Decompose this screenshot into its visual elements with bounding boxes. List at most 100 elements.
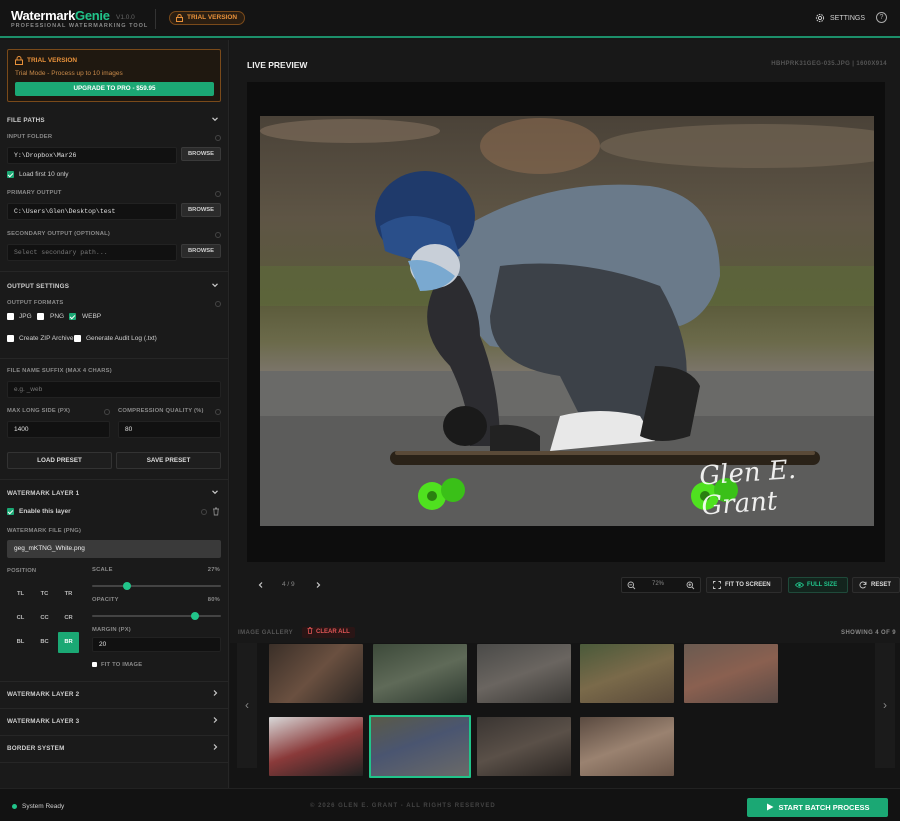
preview-canvas[interactable]: Glen E. Grant: [247, 82, 885, 562]
gallery-thumb-1[interactable]: [269, 644, 363, 703]
position-tc[interactable]: TC: [34, 584, 55, 605]
browse-input-button[interactable]: BROWSE: [181, 147, 221, 161]
chevron-right-icon: [213, 744, 218, 750]
secondary-output-label: SECONDARY OUTPUT (OPTIONAL): [7, 231, 110, 237]
input-folder-field[interactable]: Y:\Dropbox\Mar26: [7, 147, 177, 164]
gallery-thumb-9[interactable]: [580, 717, 674, 776]
format-jpg-checkbox[interactable]: [7, 313, 14, 320]
play-icon: [766, 803, 773, 811]
chevron-down-icon: [212, 490, 218, 495]
start-batch-button[interactable]: START BATCH PROCESS: [747, 798, 888, 817]
compression-input[interactable]: 80: [118, 421, 221, 438]
trash-icon[interactable]: [212, 507, 220, 516]
gallery-thumb-2[interactable]: [373, 644, 467, 703]
info-icon: [215, 232, 221, 238]
margin-input[interactable]: 20: [92, 637, 221, 652]
gallery-thumb-7[interactable]: [369, 715, 471, 778]
compression-label: COMPRESSION QUALITY (%): [118, 408, 204, 414]
info-icon: [215, 301, 221, 307]
trial-notice: TRIAL VERSION Trial Mode - Process up to…: [7, 49, 221, 102]
copyright: © 2026 GLEN E. GRANT - ALL RIGHTS RESERV…: [310, 803, 496, 809]
load-preset-button[interactable]: LOAD PRESET: [7, 452, 112, 469]
sidebar: TRIAL VERSION Trial Mode - Process up to…: [0, 40, 229, 788]
watermark-layer-2-header[interactable]: WATERMARK LAYER 2: [0, 689, 229, 701]
file-paths-header[interactable]: FILE PATHS: [0, 115, 229, 127]
clear-all-button[interactable]: CLEAR ALL: [302, 627, 355, 638]
zoom-out-icon[interactable]: [627, 581, 636, 590]
opacity-slider-handle[interactable]: [191, 612, 200, 620]
input-folder-label: INPUT FOLDER: [7, 134, 53, 140]
secondary-output-field[interactable]: Select secondary path...: [7, 244, 177, 261]
upgrade-button[interactable]: UPGRADE TO PRO - $59.95: [15, 82, 214, 96]
main-panel: LIVE PREVIEW HBHPRK31GEG-035.JPG | 1600X…: [230, 40, 900, 788]
preview-controls: 4 / 9 72% FIT TO SCREEN FULL SIZE RESET: [247, 568, 900, 602]
enable-layer-checkbox[interactable]: [7, 508, 14, 515]
watermark-file-field[interactable]: geg_mKTNG_White.png: [7, 540, 221, 558]
gallery-thumb-4[interactable]: [580, 644, 674, 703]
gallery-thumb-8[interactable]: [477, 717, 571, 776]
fit-to-image-label: FIT TO IMAGE: [101, 662, 143, 668]
position-bc[interactable]: BC: [34, 632, 55, 653]
position-cl[interactable]: CL: [10, 608, 31, 629]
max-side-input[interactable]: 1400: [7, 421, 110, 438]
position-tr[interactable]: TR: [58, 584, 79, 605]
live-preview-title: LIVE PREVIEW: [247, 60, 308, 70]
primary-output-label: PRIMARY OUTPUT: [7, 190, 62, 196]
gallery-prev-button[interactable]: ‹: [237, 643, 257, 768]
fit-to-screen-button[interactable]: FIT TO SCREEN: [706, 577, 782, 593]
trial-badge: TRIAL VERSION: [169, 11, 246, 25]
watermark-layer-1-header[interactable]: WATERMARK LAYER 1: [0, 488, 229, 500]
gallery-next-button[interactable]: ›: [875, 643, 895, 768]
margin-label: MARGIN (PX): [92, 627, 131, 633]
lock-icon: [176, 14, 183, 22]
output-formats-label: OUTPUT FORMATS: [7, 300, 64, 306]
chevron-left-icon[interactable]: [257, 581, 265, 589]
save-preset-button[interactable]: SAVE PRESET: [116, 452, 221, 469]
zoom-in-icon[interactable]: [686, 581, 695, 590]
reset-button[interactable]: RESET: [852, 577, 900, 593]
position-tl[interactable]: TL: [10, 584, 31, 605]
gallery-thumb-3[interactable]: [477, 644, 571, 703]
chevron-right-icon[interactable]: [314, 581, 322, 589]
format-webp-checkbox[interactable]: [69, 313, 76, 320]
chevron-down-icon: [212, 117, 218, 122]
gear-icon: [815, 13, 825, 23]
gallery-title: IMAGE GALLERY: [238, 630, 293, 636]
format-png-checkbox[interactable]: [37, 313, 44, 320]
position-cc[interactable]: CC: [34, 608, 55, 629]
scale-slider[interactable]: [92, 585, 221, 587]
position-br[interactable]: BR: [58, 632, 79, 653]
help-icon[interactable]: ?: [876, 12, 887, 23]
output-settings-header[interactable]: OUTPUT SETTINGS: [0, 281, 229, 293]
suffix-label: FILE NAME SUFFIX (MAX 4 CHARS): [7, 368, 112, 374]
border-system-header[interactable]: BORDER SYSTEM: [0, 743, 229, 755]
watermark-file-label: WATERMARK FILE (PNG): [7, 528, 82, 534]
position-cr[interactable]: CR: [58, 608, 79, 629]
zoom-control: 72%: [621, 577, 701, 593]
watermark-layer-3-header[interactable]: WATERMARK LAYER 3: [0, 716, 229, 728]
browse-primary-button[interactable]: BROWSE: [181, 203, 221, 217]
system-status: System Ready: [12, 803, 64, 810]
zip-archive-checkbox[interactable]: [7, 335, 14, 342]
settings-button[interactable]: SETTINGS: [815, 13, 865, 23]
gallery-thumb-5[interactable]: [684, 644, 778, 703]
load-first-checkbox[interactable]: [7, 171, 14, 178]
audit-log-label: Generate Audit Log (.txt): [86, 335, 157, 342]
format-jpg-label: JPG: [19, 313, 32, 320]
fit-to-image-checkbox[interactable]: [92, 662, 97, 667]
audit-log-checkbox[interactable]: [74, 335, 81, 342]
image-gallery: ‹ ›: [230, 643, 900, 788]
full-size-button[interactable]: FULL SIZE: [788, 577, 848, 593]
browse-secondary-button[interactable]: BROWSE: [181, 244, 221, 258]
chevron-right-icon: [213, 690, 218, 696]
primary-output-field[interactable]: C:\Users\Glen\Desktop\test: [7, 203, 177, 220]
preview-filename: HBHPRK31GEG-035.JPG | 1600X914: [771, 61, 887, 67]
suffix-input[interactable]: e.g. _web: [7, 381, 221, 398]
opacity-slider[interactable]: [92, 615, 221, 617]
position-grid: TL TC TR CL CC CR BL BC BR: [7, 581, 83, 656]
gallery-thumb-6[interactable]: [269, 717, 363, 776]
eye-icon: [795, 582, 804, 588]
scale-slider-handle[interactable]: [122, 582, 131, 590]
refresh-icon: [859, 581, 867, 589]
position-bl[interactable]: BL: [10, 632, 31, 653]
